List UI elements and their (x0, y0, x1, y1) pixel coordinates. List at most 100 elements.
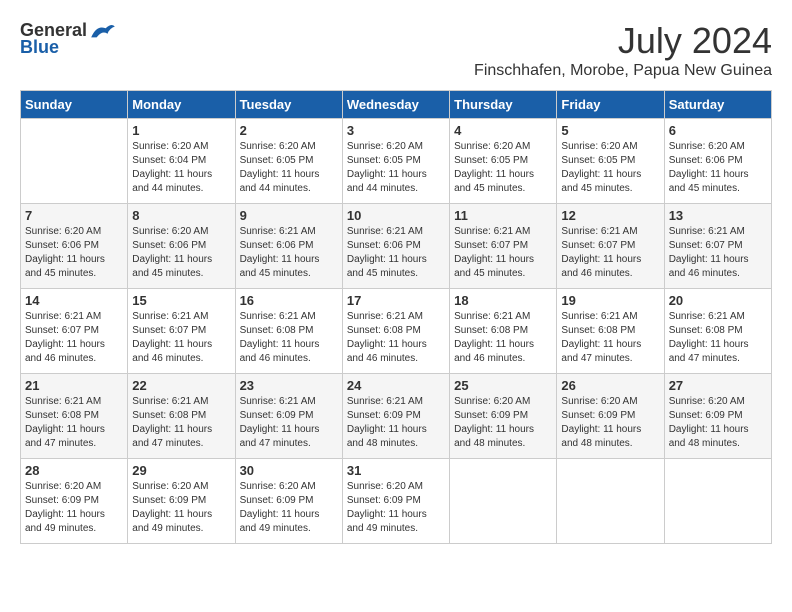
calendar-cell: 3 Sunrise: 6:20 AMSunset: 6:05 PMDaylight… (342, 119, 449, 204)
day-number: 16 (240, 293, 338, 308)
day-info: Sunrise: 6:21 AMSunset: 6:06 PMDaylight:… (240, 225, 338, 281)
calendar-week-row: 1 Sunrise: 6:20 AMSunset: 6:04 PMDaylight… (21, 119, 772, 204)
day-number: 17 (347, 293, 445, 308)
calendar-cell: 7Sunrise: 6:20 AMSunset: 6:06 PMDaylight… (21, 204, 128, 289)
day-number: 4 (454, 123, 552, 138)
day-info: Sunrise: 6:20 AMSunset: 6:06 PMDaylight:… (132, 225, 230, 281)
day-info: Sunrise: 6:21 AMSunset: 6:08 PMDaylight:… (240, 310, 338, 366)
calendar-cell (450, 459, 557, 544)
calendar-cell: 23Sunrise: 6:21 AMSunset: 6:09 PMDayligh… (235, 374, 342, 459)
day-info: Sunrise: 6:20 AMSunset: 6:09 PMDaylight:… (132, 480, 230, 536)
calendar-cell: 27Sunrise: 6:20 AMSunset: 6:09 PMDayligh… (664, 374, 771, 459)
day-info: Sunrise: 6:21 AMSunset: 6:08 PMDaylight:… (561, 310, 659, 366)
calendar-cell: 13Sunrise: 6:21 AMSunset: 6:07 PMDayligh… (664, 204, 771, 289)
calendar-cell: 31 Sunrise: 6:20 AMSunset: 6:09 PMDayligh… (342, 459, 449, 544)
calendar-cell: 28 Sunrise: 6:20 AMSunset: 6:09 PMDayligh… (21, 459, 128, 544)
logo-bird-icon (89, 21, 117, 41)
day-number: 10 (347, 208, 445, 223)
day-number: 8 (132, 208, 230, 223)
column-header-saturday: Saturday (664, 91, 771, 119)
calendar-cell: 16 Sunrise: 6:21 AMSunset: 6:08 PMDayligh… (235, 289, 342, 374)
day-info: Sunrise: 6:21 AMSunset: 6:09 PMDaylight:… (347, 395, 445, 451)
calendar-table: SundayMondayTuesdayWednesdayThursdayFrid… (20, 90, 772, 544)
day-info: Sunrise: 6:20 AMSunset: 6:05 PMDaylight:… (561, 140, 659, 196)
logo-blue-text: Blue (20, 37, 59, 58)
day-number: 9 (240, 208, 338, 223)
day-number: 11 (454, 208, 552, 223)
column-header-wednesday: Wednesday (342, 91, 449, 119)
day-info: Sunrise: 6:20 AMSunset: 6:05 PMDaylight:… (347, 140, 445, 196)
day-number: 20 (669, 293, 767, 308)
day-info: Sunrise: 6:21 AMSunset: 6:07 PMDaylight:… (132, 310, 230, 366)
day-info: Sunrise: 6:20 AMSunset: 6:05 PMDaylight:… (240, 140, 338, 196)
logo: General Blue (20, 20, 117, 58)
calendar-cell: 1 Sunrise: 6:20 AMSunset: 6:04 PMDaylight… (128, 119, 235, 204)
day-number: 31 (347, 463, 445, 478)
day-info: Sunrise: 6:20 AMSunset: 6:09 PMDaylight:… (561, 395, 659, 451)
calendar-cell: 14 Sunrise: 6:21 AMSunset: 6:07 PMDayligh… (21, 289, 128, 374)
day-info: Sunrise: 6:20 AMSunset: 6:09 PMDaylight:… (454, 395, 552, 451)
calendar-cell: 4 Sunrise: 6:20 AMSunset: 6:05 PMDaylight… (450, 119, 557, 204)
day-number: 21 (25, 378, 123, 393)
day-info: Sunrise: 6:20 AMSunset: 6:06 PMDaylight:… (669, 140, 767, 196)
day-number: 14 (25, 293, 123, 308)
day-number: 28 (25, 463, 123, 478)
calendar-cell: 12Sunrise: 6:21 AMSunset: 6:07 PMDayligh… (557, 204, 664, 289)
calendar-cell: 11 Sunrise: 6:21 AMSunset: 6:07 PMDayligh… (450, 204, 557, 289)
day-number: 15 (132, 293, 230, 308)
column-header-thursday: Thursday (450, 91, 557, 119)
day-info: Sunrise: 6:20 AMSunset: 6:09 PMDaylight:… (25, 480, 123, 536)
calendar-cell: 10Sunrise: 6:21 AMSunset: 6:06 PMDayligh… (342, 204, 449, 289)
day-number: 24 (347, 378, 445, 393)
calendar-cell: 15 Sunrise: 6:21 AMSunset: 6:07 PMDayligh… (128, 289, 235, 374)
day-info: Sunrise: 6:21 AMSunset: 6:08 PMDaylight:… (25, 395, 123, 451)
column-header-tuesday: Tuesday (235, 91, 342, 119)
day-number: 1 (132, 123, 230, 138)
calendar-week-row: 21 Sunrise: 6:21 AMSunset: 6:08 PMDayligh… (21, 374, 772, 459)
day-number: 5 (561, 123, 659, 138)
day-info: Sunrise: 6:21 AMSunset: 6:08 PMDaylight:… (669, 310, 767, 366)
location-subtitle: Finschhafen, Morobe, Papua New Guinea (474, 62, 772, 80)
day-number: 22 (132, 378, 230, 393)
day-info: Sunrise: 6:21 AMSunset: 6:07 PMDaylight:… (454, 225, 552, 281)
month-year-title: July 2024 (474, 20, 772, 62)
day-info: Sunrise: 6:20 AMSunset: 6:05 PMDaylight:… (454, 140, 552, 196)
calendar-cell: 24 Sunrise: 6:21 AMSunset: 6:09 PMDayligh… (342, 374, 449, 459)
calendar-cell: 2 Sunrise: 6:20 AMSunset: 6:05 PMDaylight… (235, 119, 342, 204)
calendar-cell (664, 459, 771, 544)
day-info: Sunrise: 6:21 AMSunset: 6:07 PMDaylight:… (25, 310, 123, 366)
title-section: July 2024 Finschhafen, Morobe, Papua New… (474, 20, 772, 80)
day-info: Sunrise: 6:20 AMSunset: 6:06 PMDaylight:… (25, 225, 123, 281)
calendar-cell: 29Sunrise: 6:20 AMSunset: 6:09 PMDayligh… (128, 459, 235, 544)
page-header: General Blue July 2024 Finschhafen, Moro… (20, 20, 772, 80)
calendar-cell: 26 Sunrise: 6:20 AMSunset: 6:09 PMDayligh… (557, 374, 664, 459)
calendar-cell (557, 459, 664, 544)
column-header-monday: Monday (128, 91, 235, 119)
day-info: Sunrise: 6:20 AMSunset: 6:04 PMDaylight:… (132, 140, 230, 196)
day-info: Sunrise: 6:21 AMSunset: 6:08 PMDaylight:… (347, 310, 445, 366)
day-number: 18 (454, 293, 552, 308)
calendar-week-row: 14 Sunrise: 6:21 AMSunset: 6:07 PMDayligh… (21, 289, 772, 374)
day-number: 3 (347, 123, 445, 138)
day-info: Sunrise: 6:21 AMSunset: 6:08 PMDaylight:… (132, 395, 230, 451)
calendar-cell: 20 Sunrise: 6:21 AMSunset: 6:08 PMDayligh… (664, 289, 771, 374)
day-number: 12 (561, 208, 659, 223)
calendar-cell: 6 Sunrise: 6:20 AMSunset: 6:06 PMDaylight… (664, 119, 771, 204)
calendar-cell: 30Sunrise: 6:20 AMSunset: 6:09 PMDayligh… (235, 459, 342, 544)
calendar-header-row: SundayMondayTuesdayWednesdayThursdayFrid… (21, 91, 772, 119)
day-number: 25 (454, 378, 552, 393)
day-number: 19 (561, 293, 659, 308)
calendar-cell (21, 119, 128, 204)
calendar-cell: 21 Sunrise: 6:21 AMSunset: 6:08 PMDayligh… (21, 374, 128, 459)
day-number: 26 (561, 378, 659, 393)
day-number: 6 (669, 123, 767, 138)
calendar-week-row: 7Sunrise: 6:20 AMSunset: 6:06 PMDaylight… (21, 204, 772, 289)
column-header-sunday: Sunday (21, 91, 128, 119)
calendar-week-row: 28 Sunrise: 6:20 AMSunset: 6:09 PMDayligh… (21, 459, 772, 544)
calendar-cell: 17 Sunrise: 6:21 AMSunset: 6:08 PMDayligh… (342, 289, 449, 374)
calendar-cell: 18Sunrise: 6:21 AMSunset: 6:08 PMDayligh… (450, 289, 557, 374)
day-number: 27 (669, 378, 767, 393)
day-number: 2 (240, 123, 338, 138)
day-info: Sunrise: 6:20 AMSunset: 6:09 PMDaylight:… (240, 480, 338, 536)
day-info: Sunrise: 6:20 AMSunset: 6:09 PMDaylight:… (347, 480, 445, 536)
